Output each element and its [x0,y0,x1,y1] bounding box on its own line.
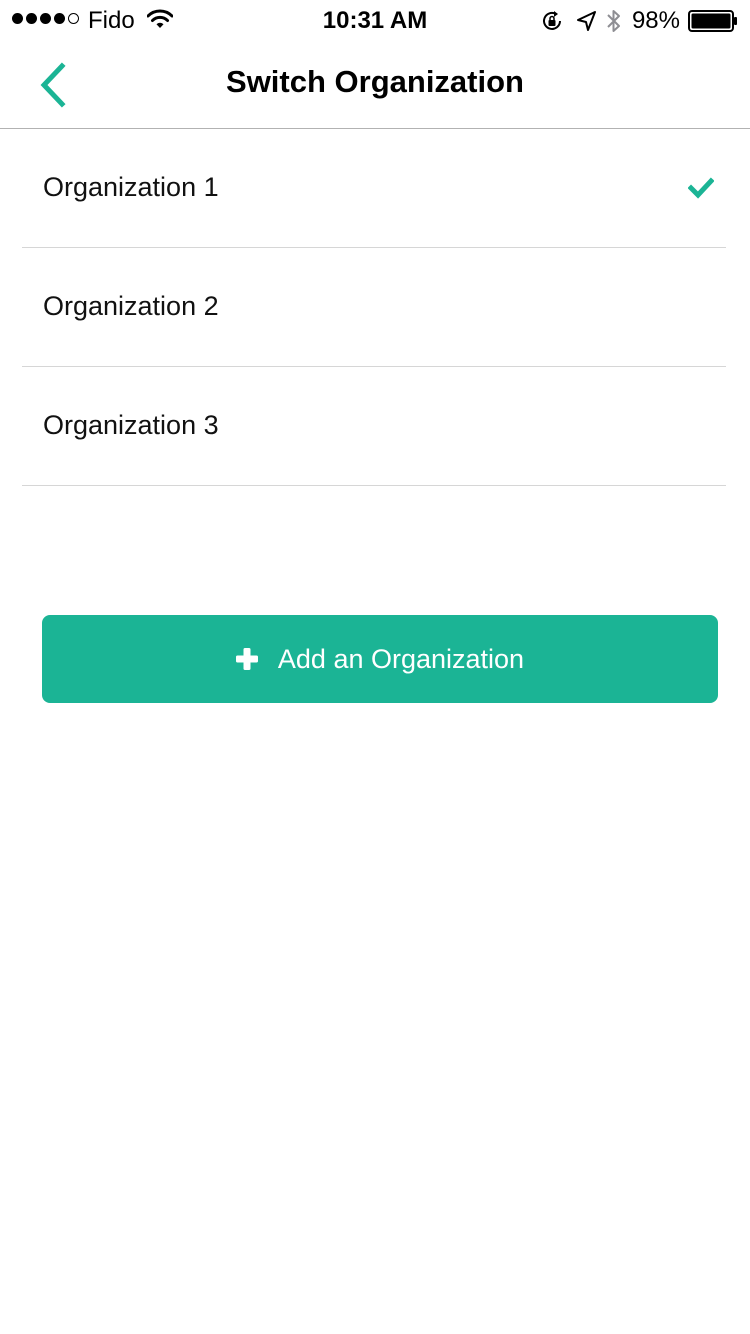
add-organization-label: Add an Organization [277,644,525,674]
add-organization-button[interactable]: Add an Organization [42,615,718,703]
battery-icon [688,10,737,32]
organization-label: Organization 2 [43,291,219,321]
organization-label: Organization 3 [43,410,219,440]
battery-percent: 98% [631,7,680,34]
organization-item-2[interactable]: Organization 2 [22,248,726,367]
organization-item-3[interactable]: Organization 3 [22,367,726,486]
status-bar: Fido 10:31 AM 98% [0,0,750,40]
organization-item-1[interactable]: Organization 1 [22,129,726,248]
plus-icon [235,648,258,670]
organization-label: Organization 1 [43,172,219,202]
page-title: Switch Organization [226,64,524,99]
location-arrow-icon [576,11,596,31]
orientation-lock-icon [542,11,561,30]
bluetooth-icon [607,10,620,32]
checkmark-icon [688,177,714,199]
navigation-bar: Switch Organization [0,40,750,129]
organization-list: Organization 1 Organization 2 Organizati… [22,129,726,486]
